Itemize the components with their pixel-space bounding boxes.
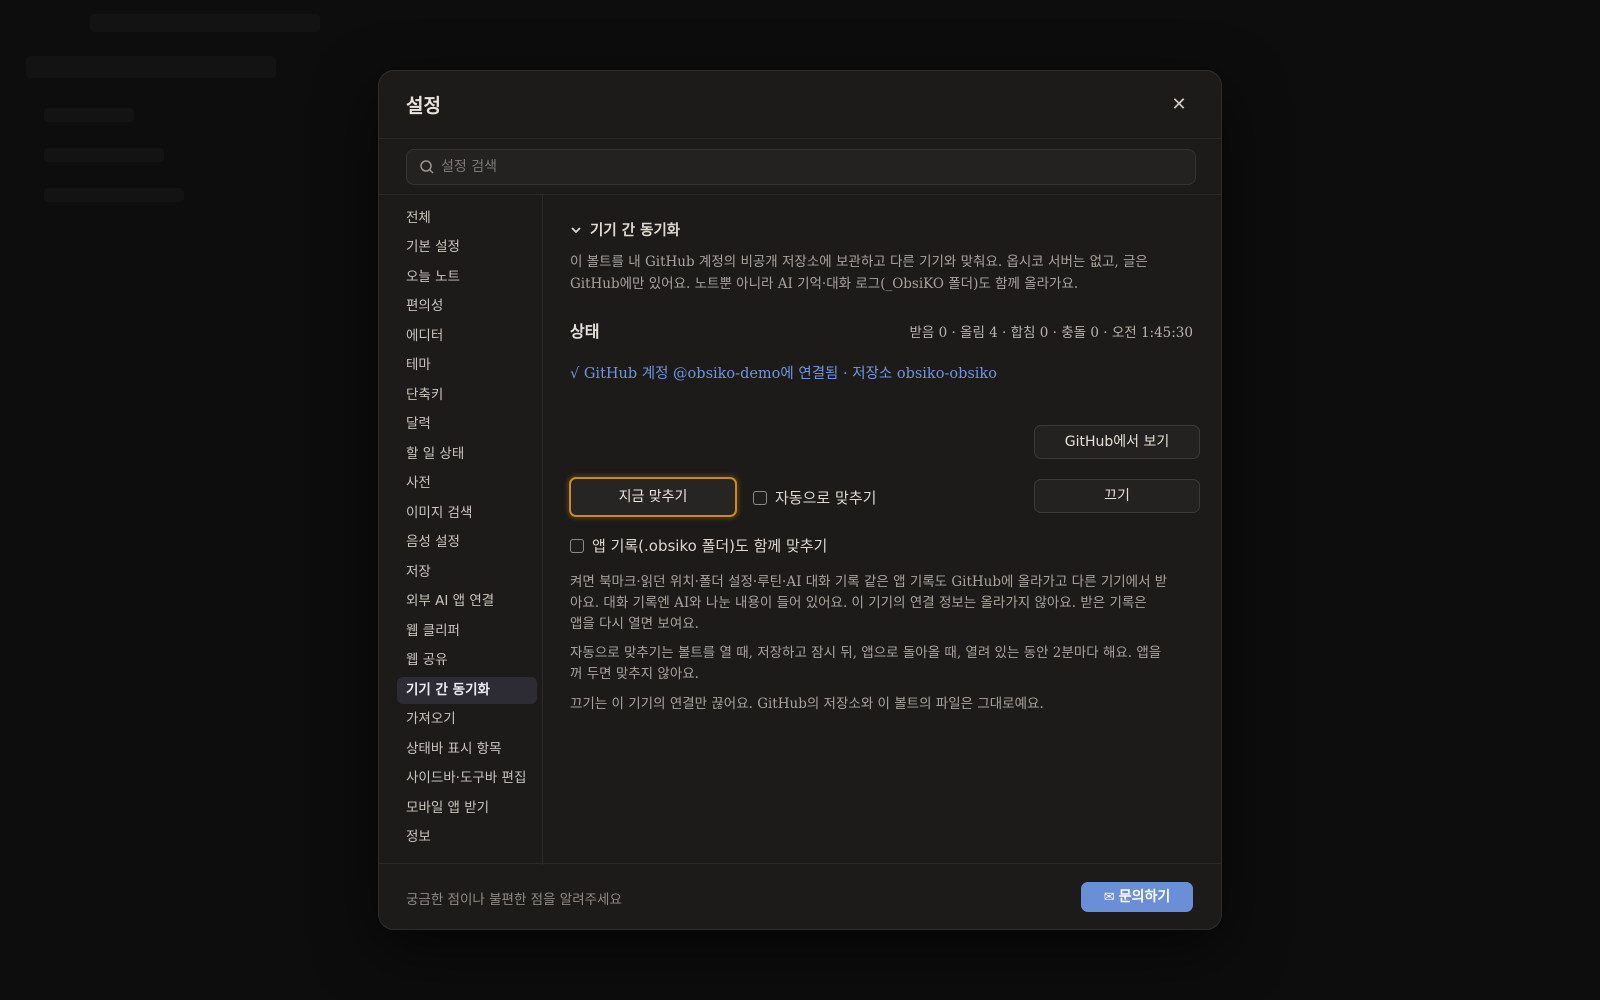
contact-label: 문의하기 [1118,889,1171,905]
app-records-note-line-1: 켜면 북마크·읽던 위치·폴더 설정·루틴·AI 대화 기록 같은 앱 기록도 … [570,574,1168,590]
sync-section-header[interactable]: 기기 간 동기화 [570,219,680,240]
sidebar-item-mobile-app[interactable]: 모바일 앱 받기 [397,795,537,822]
sync-intro-line-1: 이 볼트를 내 GitHub 계정의 비공개 저장소에 보관하고 다른 기기와 … [570,254,1148,270]
sidebar-item-voice[interactable]: 음성 설정 [397,529,537,556]
sidebar-item-today-note[interactable]: 오늘 노트 [397,264,537,291]
settings-sidebar: 전체 기본 설정 오늘 노트 편의성 에디터 테마 단축키 달력 할 일 상태 … [379,195,543,865]
close-icon[interactable]: ✕ [1167,93,1191,117]
mail-icon: ✉ [1103,890,1115,905]
settings-search [406,149,1196,185]
app-records-checkbox[interactable] [570,538,584,553]
auto-sync-label: 자동으로 맞추기 [775,489,877,507]
dialog-footer: 궁금한 점이나 불편한 점을 알려주세요 ✉ 문의하기 [379,863,1221,929]
sidebar-item-import[interactable]: 가져오기 [397,706,537,733]
auto-sync-checkbox[interactable] [753,490,767,505]
auto-sync-note-line-1: 자동으로 맞추기는 볼트를 열 때, 저장하고 잠시 뒤, 앱으로 돌아올 때,… [570,645,1162,661]
app-records-note-line-2: 아요. 대화 기록엔 AI와 나눈 내용이 들어 있어요. 이 기기의 연결 정… [570,595,1147,611]
settings-dialog: 설정 ✕ 전체 기본 설정 오늘 노트 편의성 에디터 테마 단축키 달력 할 … [378,70,1222,930]
disconnect-note: 끄기는 이 기기의 연결만 끊어요. GitHub의 저장소와 이 볼트의 파일… [570,696,1044,712]
section-title: 기기 간 동기화 [590,223,681,239]
dialog-title: 설정 [406,95,441,117]
sidebar-item-statusbar[interactable]: 상태바 표시 항목 [397,736,537,763]
sidebar-item-theme[interactable]: 테마 [397,352,537,379]
status-label: 상태 [570,322,600,341]
sidebar-item-shortcuts[interactable]: 단축키 [397,382,537,409]
status-text: 받음 0 · 올림 4 · 합침 0 · 충돌 0 · 오전 1:45:30 [909,325,1193,341]
sync-intro-line-2: GitHub에만 있어요. 노트뿐 아니라 AI 기억·대화 로그(_ObsiK… [570,276,1079,292]
background-app-item [44,148,164,162]
auto-sync-note-line-2: 꺼 두면 맞추지 않아요. [570,666,699,682]
background-app-item [44,108,134,122]
sidebar-item-dictionary[interactable]: 사전 [397,470,537,497]
sidebar-item-calendar[interactable]: 달력 [397,411,537,438]
sidebar-item-all[interactable]: 전체 [397,205,537,232]
feedback-prompt: 궁금한 점이나 불편한 점을 알려주세요 [406,892,622,908]
view-on-github-button[interactable]: GitHub에서 보기 [1034,425,1200,459]
sidebar-item-info[interactable]: 정보 [397,824,537,851]
app-records-toggle[interactable]: 앱 기록(.obsiko 폴더)도 함께 맞추기 [570,535,827,556]
sync-settings-panel: 기기 간 동기화 이 볼트를 내 GitHub 계정의 비공개 저장소에 보관하… [543,195,1221,865]
auto-sync-toggle[interactable]: 자동으로 맞추기 [753,487,876,508]
search-icon [420,160,434,174]
sidebar-item-external-ai[interactable]: 외부 AI 앱 연결 [397,588,537,615]
sidebar-item-save[interactable]: 저장 [397,559,537,586]
chevron-down-icon [571,226,581,233]
app-records-label: 앱 기록(.obsiko 폴더)도 함께 맞추기 [592,537,828,555]
background-app-item [44,188,184,202]
search-input[interactable] [441,150,1181,184]
sidebar-item-sidebar-toolbar[interactable]: 사이드바·도구바 편집 [397,765,537,792]
sidebar-item-sync[interactable]: 기기 간 동기화 [397,677,537,704]
sidebar-item-editor[interactable]: 에디터 [397,323,537,350]
github-linked-status: √ GitHub 계정 @obsiko-demo에 연결됨 · 저장소 obsi… [570,366,997,382]
contact-button[interactable]: ✉ 문의하기 [1081,882,1193,912]
sidebar-item-web-clipper[interactable]: 웹 클리퍼 [397,618,537,645]
background-app-header [26,56,276,78]
background-app-title [90,14,320,32]
app-records-note-line-3: 앱을 다시 열면 보여요. [570,616,699,632]
dialog-header: 설정 ✕ [379,71,1221,139]
sidebar-item-web-share[interactable]: 웹 공유 [397,647,537,674]
disconnect-button[interactable]: 끄기 [1034,479,1200,513]
sidebar-item-todo-status[interactable]: 할 일 상태 [397,441,537,468]
sidebar-item-image-search[interactable]: 이미지 검색 [397,500,537,527]
sidebar-item-convenience[interactable]: 편의성 [397,293,537,320]
sync-now-button[interactable]: 지금 맞추기 [569,477,737,517]
sidebar-item-basic[interactable]: 기본 설정 [397,234,537,261]
